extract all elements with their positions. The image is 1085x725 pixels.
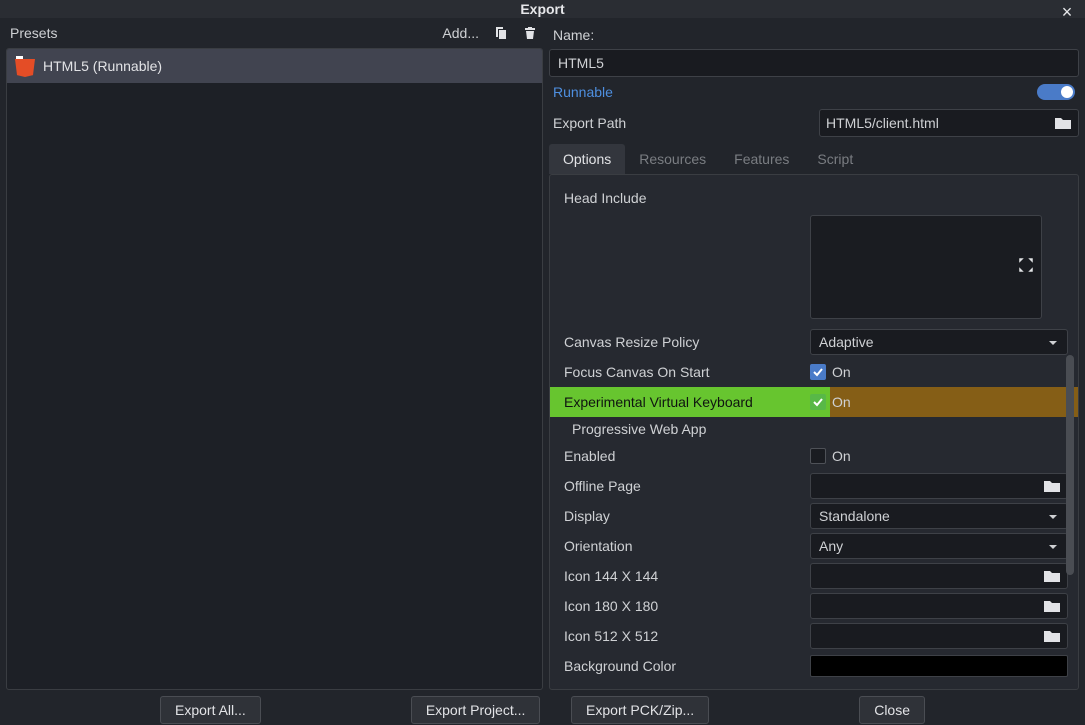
chevron-down-icon [1047,336,1059,348]
titlebar: Export × [0,0,1085,18]
tab-features[interactable]: Features [720,144,803,174]
canvas-resize-dropdown[interactable]: Adaptive [810,329,1068,355]
exp-vkeyboard-label: Experimental Virtual Keyboard [560,394,810,410]
right-panel: Name: HTML5 Runnable Export Path HTML5/c… [549,18,1079,690]
options-panel: Head Include Canvas Resize Policy Adapti… [549,174,1079,690]
opt-exp-vkeyboard: Experimental Virtual Keyboard On [550,387,1078,417]
folder-icon[interactable] [1043,599,1061,613]
preset-item-label: HTML5 (Runnable) [43,58,162,74]
tab-options[interactable]: Options [549,144,625,174]
pwa-header-label: Progressive Web App [560,421,706,437]
export-path-value: HTML5/client.html [826,115,939,131]
background-color-field[interactable] [810,655,1068,677]
opt-focus-canvas: Focus Canvas On Start On [560,357,1068,387]
presets-label: Presets [10,25,57,41]
opt-orientation: Orientation Any [560,531,1068,561]
exp-vkeyboard-on: On [832,394,851,410]
bottom-bar: Export All... Export Project... Export P… [0,696,1085,725]
icon512-field[interactable] [810,623,1068,649]
icon180-field[interactable] [810,593,1068,619]
opt-icon144: Icon 144 X 144 [560,561,1068,591]
name-input[interactable]: HTML5 [549,49,1079,77]
add-preset-button[interactable]: Add... [442,25,479,41]
trash-icon[interactable] [521,24,539,42]
copy-icon[interactable] [491,24,509,42]
focus-canvas-on: On [832,364,851,380]
presets-list: HTML5 (Runnable) [6,48,543,690]
tab-script[interactable]: Script [803,144,867,174]
focus-canvas-checkbox[interactable] [810,364,826,380]
canvas-resize-value: Adaptive [819,334,873,350]
name-label: Name: [553,27,594,43]
opt-background-color: Background Color [560,651,1068,681]
folder-icon[interactable] [1043,629,1061,643]
close-button[interactable]: Close [859,696,925,724]
export-dialog: Export × Presets Add... [0,0,1085,725]
export-path-label: Export Path [549,115,811,131]
content-area: Presets Add... HTML5 (Runnable) [0,18,1085,696]
opt-icon180: Icon 180 X 180 [560,591,1068,621]
display-label: Display [560,508,810,524]
presets-header: Presets Add... [6,18,543,48]
opt-enabled: Enabled On [560,441,1068,471]
focus-canvas-label: Focus Canvas On Start [560,364,810,380]
opt-display: Display Standalone [560,501,1068,531]
opt-head-include: Head Include [560,183,1068,213]
icon144-label: Icon 144 X 144 [560,568,810,584]
folder-icon[interactable] [1043,479,1061,493]
presets-tools: Add... [442,24,539,42]
chevron-down-icon [1047,510,1059,522]
folder-icon[interactable] [1054,116,1072,130]
dialog-title: Export [520,1,564,17]
runnable-row: Runnable [549,78,1079,106]
preset-item-html5[interactable]: HTML5 (Runnable) [7,49,542,83]
icon512-label: Icon 512 X 512 [560,628,810,644]
export-path-row: Export Path HTML5/client.html [549,106,1079,140]
close-icon[interactable]: × [1057,2,1077,23]
enabled-checkbox[interactable] [810,448,826,464]
opt-icon512: Icon 512 X 512 [560,621,1068,651]
orientation-value: Any [819,538,843,554]
name-input-row: HTML5 [549,48,1079,78]
export-all-button[interactable]: Export All... [160,696,261,724]
name-value: HTML5 [558,55,604,71]
background-color-label: Background Color [560,658,810,674]
icon144-field[interactable] [810,563,1068,589]
enabled-label: Enabled [560,448,810,464]
offline-page-field[interactable] [810,473,1068,499]
tabs: Options Resources Features Script [549,144,1079,174]
tab-resources[interactable]: Resources [625,144,720,174]
scrollbar[interactable] [1066,355,1074,645]
icon180-label: Icon 180 X 180 [560,598,810,614]
left-panel: Presets Add... HTML5 (Runnable) [6,18,543,690]
orientation-label: Orientation [560,538,810,554]
scrollbar-thumb[interactable] [1066,355,1074,575]
opt-pwa-header: Progressive Web App [560,417,1068,441]
display-value: Standalone [819,508,890,524]
head-include-textarea[interactable] [810,215,1042,319]
opt-canvas-resize: Canvas Resize Policy Adaptive [560,327,1068,357]
runnable-toggle[interactable] [1037,84,1075,100]
name-row: Name: [549,18,1079,48]
exp-vkeyboard-checkbox[interactable] [810,394,826,410]
canvas-resize-label: Canvas Resize Policy [560,334,810,350]
orientation-dropdown[interactable]: Any [810,533,1068,559]
runnable-label: Runnable [553,84,613,100]
display-dropdown[interactable]: Standalone [810,503,1068,529]
expand-icon[interactable] [1017,256,1035,274]
folder-icon[interactable] [1043,569,1061,583]
export-path-input[interactable]: HTML5/client.html [819,109,1079,137]
html5-icon [15,55,35,77]
enabled-on: On [832,448,851,464]
export-project-button[interactable]: Export Project... [411,696,541,724]
export-pck-button[interactable]: Export PCK/Zip... [571,696,709,724]
head-include-label: Head Include [560,190,810,206]
chevron-down-icon [1047,540,1059,552]
offline-page-label: Offline Page [560,478,810,494]
opt-offline-page: Offline Page [560,471,1068,501]
